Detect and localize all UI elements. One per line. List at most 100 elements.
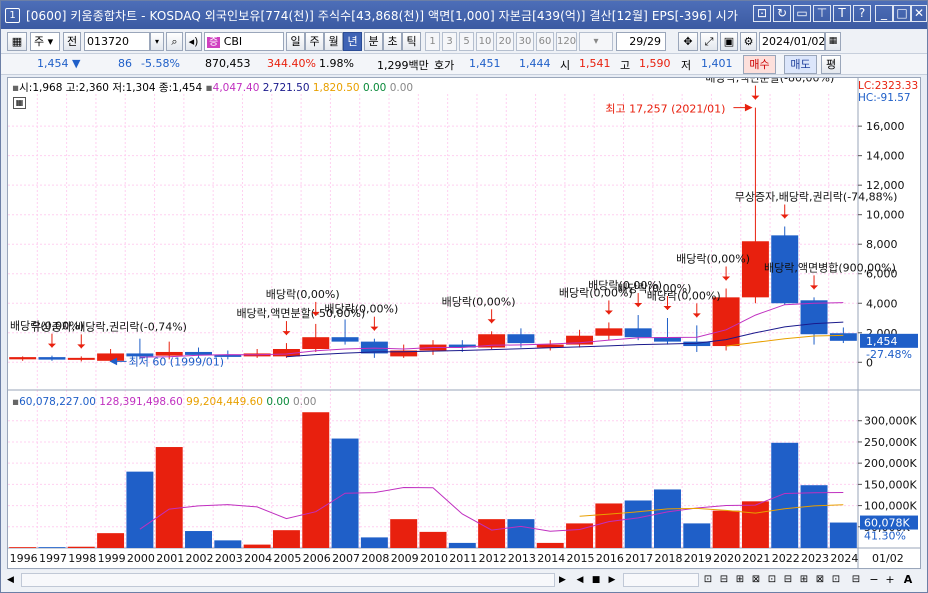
annotation-label: 배당락,액면분할(-80,00%): [705, 78, 834, 85]
high-price: 1,590: [639, 57, 671, 70]
sound-icon[interactable]: ◂): [185, 32, 202, 51]
period-year[interactable]: 년: [343, 32, 362, 51]
volume-bar: [712, 510, 740, 548]
price-tick-label: 14,000: [866, 150, 905, 163]
sell-button[interactable]: 매도: [784, 55, 817, 74]
volume-bar: [829, 522, 857, 548]
stock-market-badge: 증: [207, 37, 221, 48]
view-icon-9[interactable]: ⊡: [829, 573, 843, 587]
annotation-label: 배당락(0,00%): [324, 303, 398, 316]
minimize-button[interactable]: _: [875, 5, 893, 22]
annotation-arrowhead: [810, 285, 819, 290]
interval-1[interactable]: 1: [425, 32, 440, 51]
price-tick-label: 8,000: [866, 238, 898, 251]
current-volume-label: 60,078K: [864, 517, 910, 530]
period-week[interactable]: 주: [305, 32, 324, 51]
period-day[interactable]: 일: [286, 32, 305, 51]
current-price-label: 1,454: [866, 335, 898, 348]
calendar-icon[interactable]: ▦: [825, 32, 841, 51]
year-tick-label: 2010: [420, 552, 448, 565]
year-tick-label: 2009: [391, 552, 419, 565]
interval-3[interactable]: 3: [442, 32, 457, 51]
play-icon[interactable]: ▶: [605, 573, 619, 587]
annotation-arrowhead: [634, 303, 643, 308]
ma3-legend: 1,820.50: [312, 82, 360, 94]
chart-type-icon[interactable]: ▦: [7, 32, 27, 51]
date-input[interactable]: 2024/01/02: [759, 32, 825, 51]
search-icon[interactable]: ⌕: [166, 32, 183, 51]
view-icon-2[interactable]: ⊟: [717, 573, 731, 587]
gear-icon[interactable]: ⚙: [740, 32, 757, 51]
layout-icon[interactable]: ▭: [793, 5, 811, 22]
year-tick-label: 2017: [625, 552, 653, 565]
volume-bar: [741, 501, 769, 548]
year-tick-label: 2001: [156, 552, 184, 565]
interval-10[interactable]: 10: [476, 32, 494, 51]
bottom-scrollbar[interactable]: ◀ ▶ ◀ ■ ▶ ⊡ ⊟ ⊞ ⊠ ⊡ ⊟ ⊞ ⊠ ⊡ ⊟ − + A: [1, 570, 927, 592]
evaluate-button[interactable]: 평: [821, 55, 841, 74]
view-icon-3[interactable]: ⊞: [733, 573, 747, 587]
play-back-icon[interactable]: ◀: [573, 573, 587, 587]
view-icon-6[interactable]: ⊟: [781, 573, 795, 587]
candle-body: [302, 337, 330, 350]
interval-60[interactable]: 60: [536, 32, 554, 51]
interval-20[interactable]: 20: [496, 32, 514, 51]
period-second[interactable]: 초: [383, 32, 402, 51]
save-icon[interactable]: ▣: [720, 32, 738, 51]
help-icon[interactable]: ?: [853, 5, 871, 22]
zoom-icon[interactable]: ⤢: [700, 32, 718, 51]
high-label: 고: [620, 59, 631, 72]
year-tick-label: 2006: [303, 552, 331, 565]
view-icon-7[interactable]: ⊞: [797, 573, 811, 587]
scroll-track[interactable]: [21, 573, 555, 587]
market-select[interactable]: 주 ▾: [30, 32, 60, 51]
view-icon-1[interactable]: ⊡: [701, 573, 715, 587]
ma3-line: [726, 334, 844, 347]
interval-5[interactable]: 5: [459, 32, 474, 51]
code-dropdown-icon[interactable]: ▾: [150, 32, 164, 51]
period-tick[interactable]: 틱: [402, 32, 421, 51]
period-minute[interactable]: 분: [364, 32, 383, 51]
all-button[interactable]: 전: [63, 32, 81, 51]
close-button[interactable]: ✕: [911, 5, 927, 22]
font-size-icon[interactable]: A: [901, 573, 915, 587]
period-month[interactable]: 월: [324, 32, 343, 51]
yearly-candle-chart[interactable]: 배당락,액면분할(-50,00%)배당락(0,00%)배당락(0,00%)배당락…: [8, 72, 920, 568]
view-icon-4[interactable]: ⊠: [749, 573, 763, 587]
crosshair-icon[interactable]: ✥: [678, 32, 698, 51]
view-icon-5[interactable]: ⊡: [765, 573, 779, 587]
scroll-left-icon[interactable]: ◀: [7, 573, 19, 587]
chart-area[interactable]: 배당락,액면분할(-50,00%) 배당락(0,00%) 배당락(0,00%) 배당락…: [7, 72, 921, 569]
volume-bar: [155, 447, 183, 548]
candle-body: [97, 353, 125, 361]
volume-bar: [419, 531, 447, 548]
grid-toggle-icon[interactable]: ▦: [13, 97, 26, 109]
scroll-right-icon[interactable]: ▶: [559, 573, 571, 587]
zoom-slider[interactable]: [623, 573, 699, 587]
buy-button[interactable]: 매수: [743, 55, 776, 74]
volume-bar: [9, 547, 37, 548]
pin-icon[interactable]: ⊤: [813, 5, 831, 22]
volume-bar: [214, 540, 242, 548]
maximize-button[interactable]: □: [893, 5, 911, 22]
page-counter[interactable]: 29/29: [616, 32, 666, 51]
current-volume-pct: 41.30%: [864, 530, 906, 543]
price-tick-label: 16,000: [866, 120, 905, 133]
stop-icon[interactable]: ■: [589, 573, 603, 587]
interval-120[interactable]: 120: [556, 32, 577, 51]
volume-bar: [771, 442, 799, 548]
stock-code-input[interactable]: 013720: [84, 32, 150, 51]
zoom-out-icon[interactable]: −: [867, 573, 881, 587]
link-icon[interactable]: ⊡: [753, 5, 771, 22]
view-icon-10[interactable]: ⊟: [849, 573, 863, 587]
text-icon[interactable]: T: [833, 5, 851, 22]
restore-icon[interactable]: ↻: [773, 5, 791, 22]
annotation-arrowhead: [692, 313, 701, 318]
interval-dropdown[interactable]: ▾: [579, 32, 613, 51]
interval-30[interactable]: 30: [516, 32, 534, 51]
ma2-legend: 2,721.50: [262, 82, 310, 94]
view-icon-8[interactable]: ⊠: [813, 573, 827, 587]
volume-bar: [595, 503, 623, 548]
zoom-in-icon[interactable]: +: [883, 573, 897, 587]
stock-name-field[interactable]: 증 CBI: [204, 32, 284, 51]
